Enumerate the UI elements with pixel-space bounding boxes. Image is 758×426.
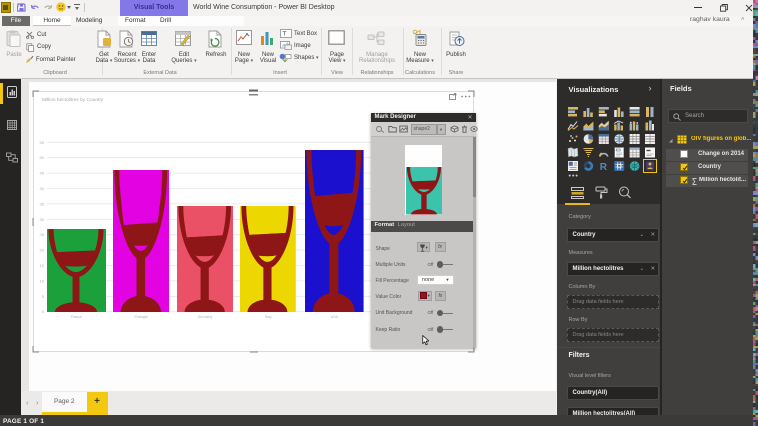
svg-text:25: 25 [40, 232, 45, 237]
svg-text:20: 20 [40, 248, 45, 253]
svg-text:35: 35 [40, 201, 45, 206]
svg-text:10: 10 [40, 278, 45, 283]
svg-text:R: R [599, 162, 607, 173]
svg-text:Portugal: Portugal [134, 315, 147, 319]
svg-text:Germany: Germany [198, 315, 213, 319]
svg-text:5: 5 [42, 294, 45, 299]
svg-text:50: 50 [40, 155, 45, 160]
svg-text:USA: USA [331, 315, 339, 319]
svg-text:France: France [71, 315, 82, 319]
svg-text:40: 40 [40, 186, 45, 191]
svg-text:30: 30 [40, 217, 45, 222]
svg-text:15: 15 [40, 263, 45, 268]
svg-text:45: 45 [40, 171, 45, 176]
svg-text:Italy: Italy [265, 315, 272, 319]
svg-text:0: 0 [42, 309, 45, 314]
svg-text:55: 55 [40, 140, 45, 145]
